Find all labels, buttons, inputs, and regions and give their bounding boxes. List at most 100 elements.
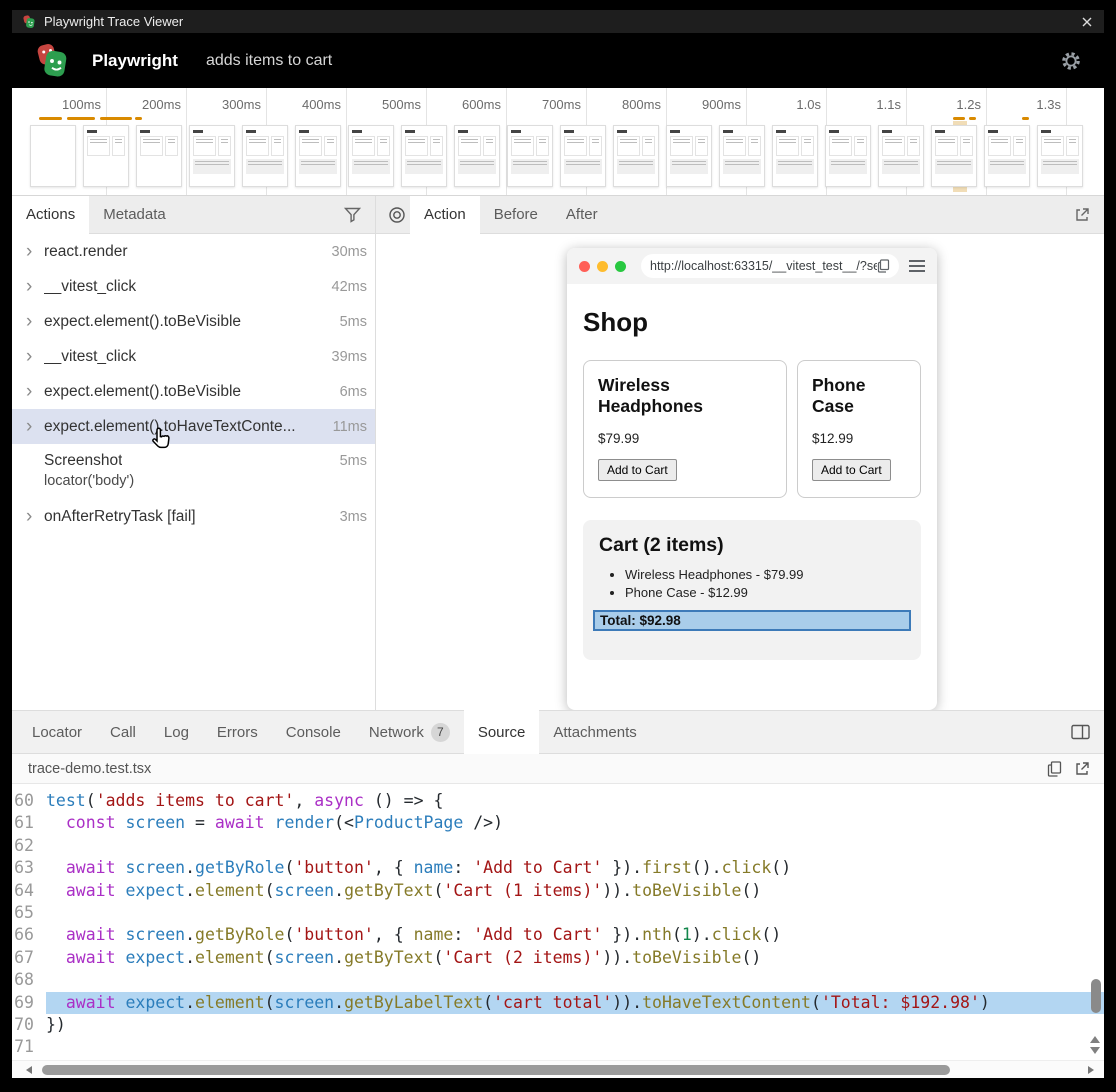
tab-network[interactable]: Network7 — [355, 710, 464, 754]
vertical-scrollbar-thumb[interactable] — [1091, 979, 1101, 1013]
add-to-cart-button[interactable]: Add to Cart — [812, 459, 891, 481]
source-file-bar: trace-demo.test.tsx — [12, 754, 1104, 784]
timeline-thumbnail[interactable] — [1037, 125, 1083, 187]
close-icon[interactable] — [1080, 15, 1094, 29]
filter-icon[interactable] — [344, 207, 361, 223]
thumb-product — [854, 136, 867, 156]
playwright-masks-icon — [22, 15, 36, 29]
vertical-scrollbar-buttons[interactable] — [1090, 1036, 1100, 1054]
timeline-thumbnail[interactable] — [348, 125, 394, 187]
action-row[interactable]: ›onAfterRetryTask [fail]3ms — [12, 499, 375, 534]
tab-console[interactable]: Console — [272, 710, 355, 754]
timeline-thumbnail[interactable] — [719, 125, 765, 187]
add-to-cart-button[interactable]: Add to Cart — [598, 459, 677, 481]
horizontal-scrollbar-thumb[interactable] — [42, 1065, 950, 1075]
timeline-thumbnail[interactable] — [189, 125, 235, 187]
scroll-right-icon[interactable] — [1088, 1066, 1094, 1074]
thumb-heading — [87, 130, 97, 133]
thumb-heading — [564, 130, 574, 133]
action-row[interactable]: ›expect.element().toBeVisible5ms — [12, 304, 375, 339]
tab-call[interactable]: Call — [96, 710, 150, 754]
tab-locator[interactable]: Locator — [18, 710, 96, 754]
thumb-heading — [458, 130, 468, 133]
line-number: 63 — [12, 857, 46, 879]
timeline-thumbnail[interactable] — [613, 125, 659, 187]
timeline-thumbnail[interactable] — [507, 125, 553, 187]
timeline-thumbnail[interactable] — [454, 125, 500, 187]
timeline-thumbnail[interactable] — [30, 125, 76, 187]
code-text — [46, 1036, 1104, 1058]
tab-errors[interactable]: Errors — [203, 710, 272, 754]
thumb-cart — [299, 159, 337, 174]
playwright-logo — [34, 43, 70, 79]
action-row[interactable]: ›expect.element().toHaveTextConte...11ms — [12, 409, 375, 444]
action-label: __vitest_click — [44, 278, 136, 296]
tab-after[interactable]: After — [552, 196, 612, 234]
tab-log[interactable]: Log — [150, 710, 203, 754]
product-card: Wireless Headphones$79.99Add to Cart — [583, 360, 787, 498]
code-text: const screen = await render(<ProductPage… — [46, 812, 1104, 834]
thumb-product — [405, 136, 428, 156]
timeline-activity-bar — [135, 117, 142, 120]
timeline-label: 500ms — [347, 88, 426, 112]
browser-menu-icon[interactable] — [909, 260, 925, 272]
tab-attachments[interactable]: Attachments — [539, 710, 650, 754]
thumb-product — [695, 136, 708, 156]
code-line: 64 await expect.element(screen.getByText… — [12, 880, 1104, 902]
horizontal-scrollbar[interactable] — [12, 1060, 1104, 1078]
tab-source[interactable]: Source — [464, 710, 540, 754]
tab-label: Console — [286, 724, 341, 741]
line-number: 68 — [12, 969, 46, 991]
timeline-thumbnail[interactable] — [242, 125, 288, 187]
timeline-label: 700ms — [507, 88, 586, 112]
timeline-thumbnail[interactable] — [560, 125, 606, 187]
chevron-right-icon: › — [26, 277, 44, 296]
action-row[interactable]: ›expect.element().toBeVisible6ms — [12, 374, 375, 409]
app-header: Playwright adds items to cart — [0, 33, 1116, 88]
tab-actions[interactable]: Actions — [12, 196, 89, 234]
scroll-down-icon[interactable] — [1090, 1047, 1100, 1054]
timeline[interactable]: 100ms200ms300ms400ms500ms600ms700ms800ms… — [12, 88, 1104, 196]
timeline-thumbnail[interactable] — [984, 125, 1030, 187]
split-view-icon[interactable] — [1071, 724, 1090, 740]
timeline-thumbnail[interactable] — [772, 125, 818, 187]
thumb-product — [430, 136, 443, 156]
tab-metadata[interactable]: Metadata — [89, 196, 180, 234]
tab-before[interactable]: Before — [480, 196, 552, 234]
timeline-thumbnail[interactable] — [931, 125, 977, 187]
scroll-up-icon[interactable] — [1090, 1036, 1100, 1043]
action-row[interactable]: ›__vitest_click39ms — [12, 339, 375, 374]
settings-gear-icon[interactable] — [1060, 50, 1082, 72]
timeline-thumbnail[interactable] — [136, 125, 182, 187]
timeline-thumbnail[interactable] — [83, 125, 129, 187]
action-row[interactable]: ›react.render30ms — [12, 234, 375, 269]
action-row[interactable]: ›__vitest_click42ms — [12, 269, 375, 304]
code-text: await expect.element(screen.getByLabelTe… — [46, 992, 1104, 1014]
open-snapshot-external-icon[interactable] — [1074, 207, 1090, 223]
line-number: 60 — [12, 790, 46, 812]
scroll-left-icon[interactable] — [26, 1066, 32, 1074]
timeline-thumbnail[interactable] — [825, 125, 871, 187]
code-text: await screen.getByRole('button', { name:… — [46, 857, 1104, 879]
thumb-cart — [511, 159, 549, 174]
snapshot-area: http://localhost:63315/__vitest_test__/?… — [376, 234, 1104, 710]
tab-label: Action — [424, 206, 466, 223]
copy-source-icon[interactable] — [1047, 761, 1062, 777]
pick-locator-icon[interactable] — [388, 206, 406, 224]
action-label: onAfterRetryTask [fail] — [44, 508, 196, 526]
timeline-thumbnail[interactable] — [878, 125, 924, 187]
open-source-external-icon[interactable] — [1074, 761, 1090, 777]
action-row[interactable]: Screenshot5mslocator('body') — [12, 444, 375, 499]
tab-label: After — [566, 206, 598, 223]
tab-action[interactable]: Action — [410, 196, 480, 234]
line-number: 65 — [12, 902, 46, 924]
address-bar[interactable]: http://localhost:63315/__vitest_test__/?… — [641, 254, 899, 278]
action-label: Screenshot — [44, 452, 122, 470]
timeline-label: 300ms — [187, 88, 266, 112]
copy-url-icon[interactable] — [877, 259, 890, 273]
timeline-activity-bar — [67, 117, 95, 120]
timeline-thumbnail[interactable] — [295, 125, 341, 187]
timeline-thumbnail[interactable] — [401, 125, 447, 187]
thumb-product — [271, 136, 284, 156]
timeline-thumbnail[interactable] — [666, 125, 712, 187]
